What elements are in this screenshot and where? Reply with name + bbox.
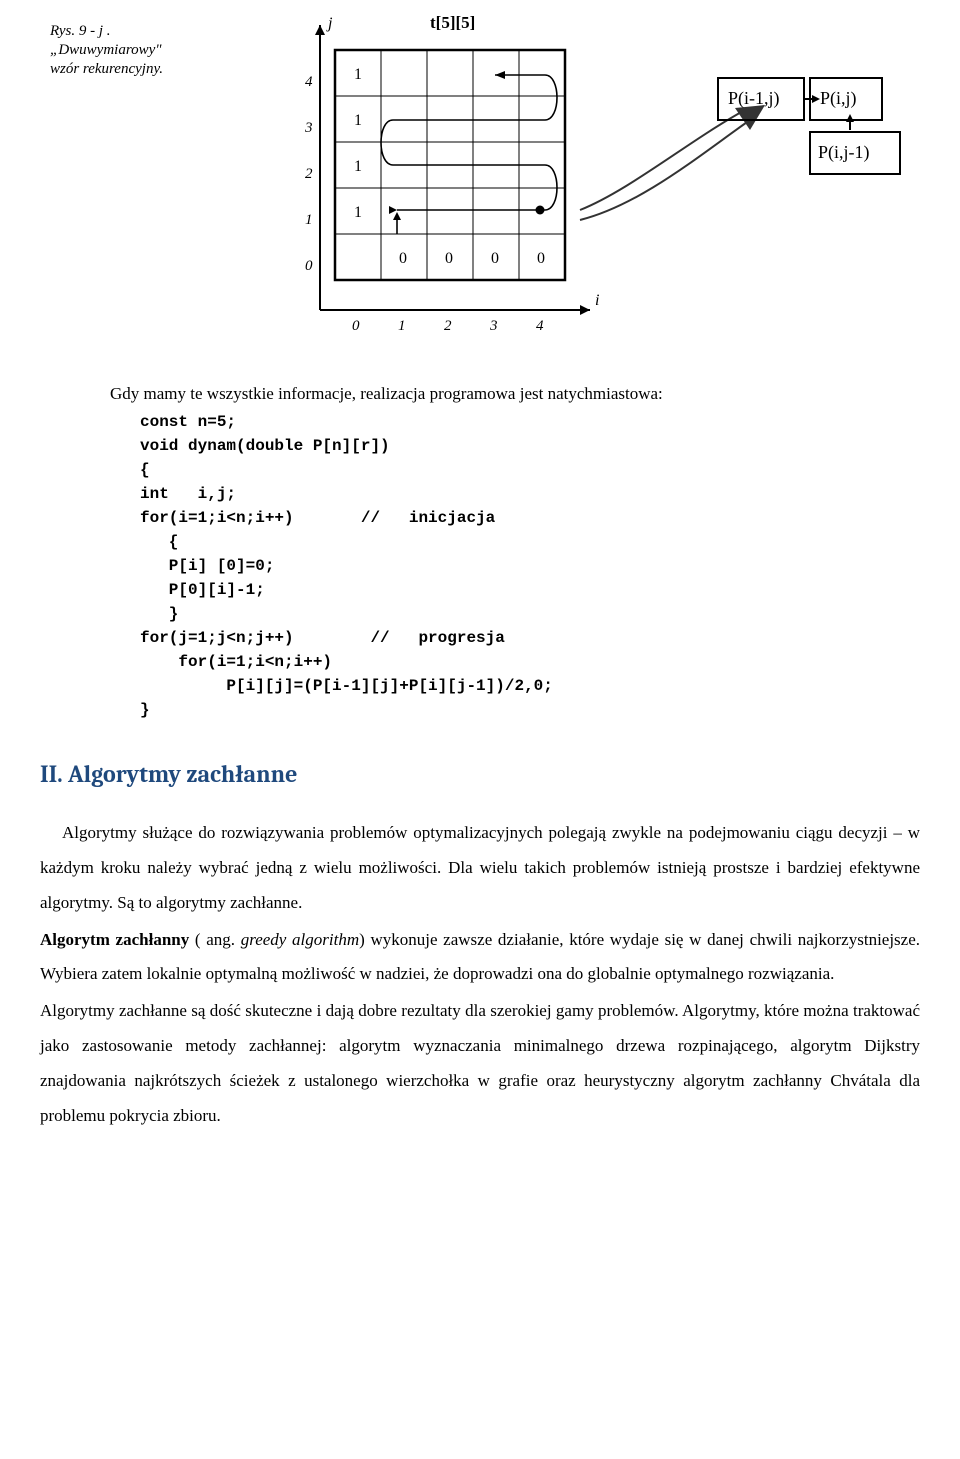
- code-l3: {: [140, 461, 150, 479]
- xtick-4: 4: [536, 318, 544, 334]
- xtick-2: 2: [444, 318, 452, 334]
- xtick-1: 1: [398, 318, 406, 334]
- ytick-1: 1: [305, 212, 313, 228]
- code-l13: }: [140, 701, 150, 719]
- recurrence-diagram: P(i-1,j) P(i,j) P(i,j-1): [710, 70, 910, 210]
- paren-open: ( ang.: [189, 930, 241, 949]
- grid-diagram: j i t[5][5]: [280, 10, 610, 340]
- cell-3-0: 0: [491, 250, 499, 267]
- cell-1-0: 0: [399, 250, 407, 267]
- rc-top-left: P(i-1,j): [728, 88, 780, 109]
- code-block: const n=5; void dynam(double P[n][r]) { …: [140, 410, 920, 722]
- cell-2-0: 0: [445, 250, 453, 267]
- code-l2: void dynam(double P[n][r]): [140, 437, 390, 455]
- term-italic: greedy algorithm: [241, 930, 359, 949]
- paragraph-3: Algorytmy zachłanne są dość skuteczne i …: [40, 994, 920, 1133]
- code-l7: P[i] [0]=0;: [140, 557, 274, 575]
- rc-bottom-right: P(i,j-1): [818, 142, 870, 163]
- code-l1: const n=5;: [140, 413, 236, 431]
- code-l4: int i,j;: [140, 485, 236, 503]
- axis-i-label: i: [595, 292, 599, 309]
- code-l10a: for(j=1;j<n;j++): [140, 629, 294, 647]
- axis-j-label: j: [326, 15, 333, 32]
- body-text: Algorytmy służące do rozwiązywania probl…: [40, 816, 920, 1134]
- cell-0-4: 1: [354, 66, 362, 83]
- rc-top-right: P(i,j): [820, 88, 857, 109]
- xtick-0: 0: [352, 318, 360, 334]
- paragraph-2: Algorytm zachłanny ( ang. greedy algorit…: [40, 923, 920, 993]
- cell-0-1: 1: [354, 204, 362, 221]
- ytick-0: 0: [305, 258, 313, 274]
- code-l5b: // inicjacja: [361, 509, 495, 527]
- ytick-2: 2: [305, 166, 313, 182]
- figure-row: Rys. 9 - j . „Dwuwymiarowy" wzór rekuren…: [40, 10, 920, 370]
- caption-line-1: Rys. 9 - j .: [50, 22, 240, 41]
- code-l6: {: [140, 533, 178, 551]
- cell-4-0: 0: [537, 250, 545, 267]
- intro-text: Gdy mamy te wszystkie informacje, realiz…: [110, 384, 920, 404]
- figure-caption: Rys. 9 - j . „Dwuwymiarowy" wzór rekuren…: [50, 22, 240, 78]
- code-l12: P[i][j]=(P[i-1][j]+P[i][j-1])/2,0;: [140, 677, 553, 695]
- caption-line-3: wzór rekurencyjny.: [50, 60, 240, 79]
- grid-top-label: t[5][5]: [430, 13, 475, 32]
- ytick-3: 3: [304, 120, 313, 136]
- cell-0-2: 1: [354, 158, 362, 175]
- code-l10b: // progresja: [370, 629, 504, 647]
- ytick-4: 4: [305, 74, 313, 90]
- caption-line-2: „Dwuwymiarowy": [50, 41, 240, 60]
- term-bold: Algorytm zachłanny: [40, 930, 189, 949]
- code-l5a: for(i=1;i<n;i++): [140, 509, 294, 527]
- xtick-3: 3: [489, 318, 498, 334]
- section-heading: II. Algorytmy zachłanne: [40, 760, 920, 788]
- code-l8: P[0][i]-1;: [140, 581, 265, 599]
- cell-0-3: 1: [354, 112, 362, 129]
- code-l9: }: [140, 605, 178, 623]
- paragraph-1: Algorytmy służące do rozwiązywania probl…: [40, 816, 920, 921]
- code-l11: for(i=1;i<n;i++): [140, 653, 332, 671]
